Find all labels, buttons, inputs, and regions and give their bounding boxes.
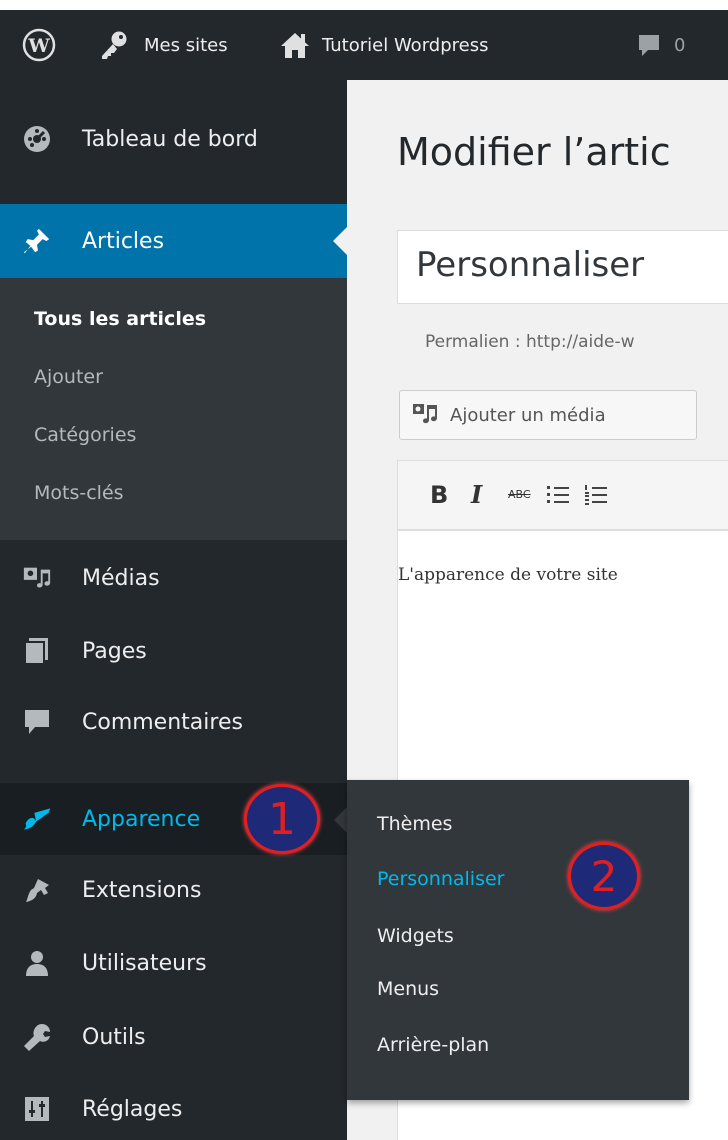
wordpress-logo-icon[interactable]: W [22, 10, 56, 80]
page-title: Modifier l’artic [397, 130, 671, 174]
sidebar-item-label: Médias [82, 565, 160, 591]
sidebar-item-label: Extensions [82, 877, 202, 903]
flyout-item-background[interactable]: Arrière-plan [377, 1034, 489, 1056]
brush-icon [22, 804, 52, 834]
callout-one-number: 1 [268, 793, 296, 845]
sidebar-item-tools[interactable]: Outils [0, 1004, 347, 1070]
add-media-button[interactable]: Ajouter un média [399, 390, 697, 440]
sidebar-item-label: Pages [82, 638, 147, 664]
appearance-flyout-menu: Thèmes Personnaliser Widgets Menus Arriè… [347, 780, 689, 1100]
comment-count: 0 [674, 34, 686, 56]
post-title-text: Personnaliser [416, 245, 645, 285]
dashboard-icon [22, 124, 52, 154]
sidebar-item-label: Réglages [82, 1096, 183, 1122]
add-media-label: Ajouter un média [450, 404, 606, 426]
flyout-pointer [334, 806, 348, 834]
admin-bar: W Mes sites Tutoriel Wordpress 0 [0, 10, 728, 80]
numbered-list-icon[interactable] [584, 483, 608, 511]
key-icon [98, 29, 130, 61]
post-title-input[interactable]: Personnaliser [397, 230, 728, 304]
sidebar-item-users[interactable]: Utilisateurs [0, 930, 347, 996]
sidebar-item-label: Apparence [82, 806, 201, 832]
sidebar-item-label: Articles [82, 228, 165, 254]
pages-icon [22, 636, 52, 666]
submenu-item-add[interactable]: Ajouter [34, 366, 103, 388]
bullet-list-icon[interactable] [546, 483, 570, 511]
sidebar-item-settings[interactable]: Réglages [0, 1076, 347, 1140]
submenu-item-categories[interactable]: Catégories [34, 424, 136, 446]
admin-sidebar: Tableau de bord Articles Tous les articl… [0, 80, 347, 1140]
sidebar-item-label: Tableau de bord [82, 126, 258, 152]
media-icon [22, 563, 52, 593]
sidebar-item-pages[interactable]: Pages [0, 618, 347, 684]
sidebar-item-articles[interactable]: Articles [0, 204, 347, 278]
comments-menu[interactable]: 0 [636, 10, 685, 80]
sidebar-item-medias[interactable]: Médias [0, 545, 347, 611]
flyout-item-menus[interactable]: Menus [377, 978, 439, 1000]
sidebar-item-label: Outils [82, 1024, 146, 1050]
submenu-item-tags[interactable]: Mots-clés [34, 482, 124, 504]
flyout-item-widgets[interactable]: Widgets [377, 925, 454, 947]
home-icon [280, 31, 310, 59]
sidebar-item-label: Commentaires [82, 709, 243, 735]
callout-two: 2 [568, 842, 640, 910]
active-pointer [333, 227, 347, 255]
my-sites-menu[interactable]: Mes sites [98, 10, 228, 80]
pin-icon [22, 226, 52, 256]
add-media-icon [412, 401, 440, 429]
plugin-icon [22, 875, 52, 905]
svg-text:W: W [27, 35, 50, 57]
comment-icon [636, 32, 662, 58]
strikethrough-icon[interactable]: ABC [508, 488, 531, 501]
callout-two-number: 2 [590, 851, 618, 901]
my-sites-label: Mes sites [144, 34, 228, 56]
wrench-icon [22, 1022, 52, 1052]
sidebar-item-label: Utilisateurs [82, 950, 207, 976]
flyout-item-themes[interactable]: Thèmes [377, 813, 452, 835]
italic-icon[interactable]: I [471, 480, 482, 509]
callout-one: 1 [244, 784, 320, 854]
editor-body-text: L'apparence de votre site [398, 565, 618, 585]
bold-icon[interactable]: B [430, 481, 448, 509]
site-name-menu[interactable]: Tutoriel Wordpress [280, 10, 488, 80]
permalink[interactable]: Permalien : http://aide-w [425, 332, 635, 352]
comments-icon [22, 707, 52, 737]
settings-icon [22, 1094, 52, 1124]
site-name-label: Tutoriel Wordpress [322, 34, 489, 56]
sidebar-item-dashboard[interactable]: Tableau de bord [0, 106, 347, 172]
sidebar-item-extensions[interactable]: Extensions [0, 857, 347, 923]
user-icon [22, 948, 52, 978]
sidebar-item-comments[interactable]: Commentaires [0, 689, 347, 755]
submenu-item-all-articles[interactable]: Tous les articles [34, 308, 206, 330]
articles-submenu: Tous les articles Ajouter Catégories Mot… [0, 278, 347, 540]
editor-toolbar: B I ABC [397, 460, 728, 530]
flyout-item-customize[interactable]: Personnaliser [377, 868, 505, 890]
